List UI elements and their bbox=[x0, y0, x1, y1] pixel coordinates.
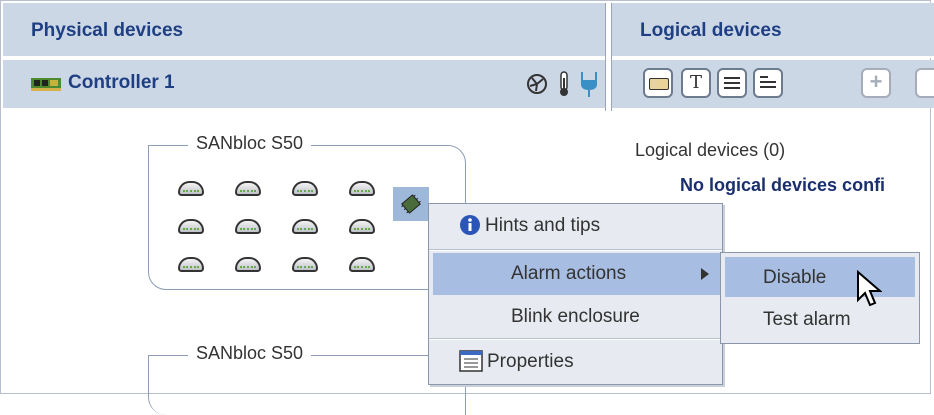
enclosure-title: SANbloc S50 bbox=[188, 343, 312, 364]
disk-drive-icon[interactable] bbox=[349, 219, 375, 234]
fan-icon[interactable] bbox=[526, 70, 548, 98]
submenu-item-label: Test alarm bbox=[763, 309, 851, 330]
submenu-arrow-icon bbox=[701, 268, 709, 280]
logical-empty-message: No logical devices confi bbox=[680, 175, 886, 195]
add-icon[interactable]: + bbox=[861, 68, 891, 98]
remove-icon[interactable] bbox=[915, 68, 934, 98]
menu-item-blink-enclosure[interactable]: Blink enclosure bbox=[429, 296, 722, 338]
disk-drive-icon[interactable] bbox=[235, 181, 261, 196]
disk-drive-icon[interactable] bbox=[349, 181, 375, 196]
list-view-icon[interactable] bbox=[717, 68, 747, 98]
submenu-item-test-alarm[interactable]: Test alarm bbox=[725, 301, 915, 341]
menu-item-hints[interactable]: Hints and tips bbox=[429, 204, 722, 248]
panel-splitter[interactable] bbox=[605, 3, 612, 111]
disk-view-icon[interactable] bbox=[643, 68, 673, 98]
disk-drive-icon[interactable] bbox=[292, 219, 318, 234]
disk-drive-icon[interactable] bbox=[235, 257, 261, 272]
context-menu: Hints and tips Alarm actions Blink enclo… bbox=[428, 203, 723, 385]
submenu-item-disable[interactable]: Disable bbox=[725, 257, 915, 297]
submenu-item-label: Disable bbox=[763, 267, 827, 288]
info-icon bbox=[460, 215, 480, 235]
menu-item-properties[interactable]: Properties bbox=[429, 341, 722, 383]
alarm-submenu: Disable Test alarm bbox=[720, 252, 920, 344]
disk-drive-icon[interactable] bbox=[178, 257, 204, 272]
mouse-cursor-icon bbox=[857, 270, 882, 307]
detail-view-icon[interactable] bbox=[753, 68, 783, 98]
thermometer-icon[interactable] bbox=[553, 70, 575, 98]
disk-drive-icon[interactable] bbox=[178, 181, 204, 196]
logical-devices-count: Logical devices (0) bbox=[635, 140, 786, 160]
menu-item-alarm-actions[interactable]: Alarm actions bbox=[433, 253, 720, 295]
menu-separator bbox=[429, 338, 722, 340]
menu-item-label: Blink enclosure bbox=[511, 306, 640, 327]
logical-devices-header: Logical devices bbox=[612, 3, 934, 58]
enclosure-title: SANbloc S50 bbox=[188, 133, 312, 154]
disk-drive-icon[interactable] bbox=[178, 219, 204, 234]
enclosure-chip-icon[interactable] bbox=[393, 187, 429, 221]
disk-drive-icon[interactable] bbox=[235, 219, 261, 234]
menu-item-label: Properties bbox=[487, 351, 574, 372]
properties-icon bbox=[459, 350, 483, 372]
controller-card-icon bbox=[31, 78, 61, 91]
controller-label[interactable]: Controller 1 bbox=[68, 72, 175, 94]
power-plug-icon[interactable] bbox=[578, 70, 600, 98]
disk-drive-icon[interactable] bbox=[292, 181, 318, 196]
enclosure-box-2[interactable] bbox=[148, 355, 466, 415]
text-view-icon[interactable]: T bbox=[681, 68, 711, 98]
menu-separator bbox=[429, 249, 722, 251]
disk-drive-icon[interactable] bbox=[292, 257, 318, 272]
physical-devices-header: Physical devices bbox=[3, 3, 605, 58]
disk-drive-icon[interactable] bbox=[349, 257, 375, 272]
menu-item-label: Alarm actions bbox=[511, 263, 627, 284]
menu-item-label: Hints and tips bbox=[485, 215, 601, 236]
